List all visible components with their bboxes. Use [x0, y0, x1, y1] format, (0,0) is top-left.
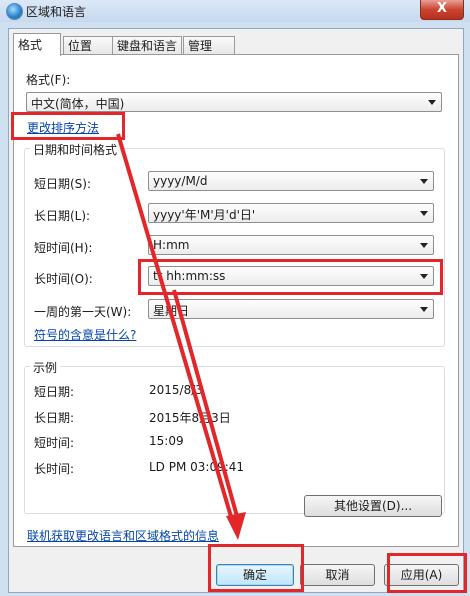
globe-icon	[6, 3, 23, 20]
long-time-label: 长时间(O):	[34, 272, 93, 286]
format-select[interactable]: 中文(简体，中国)	[26, 92, 442, 112]
tab-format[interactable]: 格式	[13, 33, 61, 56]
cancel-button[interactable]: 取消	[300, 564, 375, 586]
first-day-label: 一周的第一天(W):	[34, 305, 132, 319]
first-day-value: 星期日	[153, 304, 190, 318]
title-bar: 区域和语言 X	[0, 0, 470, 22]
chevron-down-icon	[420, 211, 428, 216]
online-info-link[interactable]: 联机获取更改语言和区域格式的信息	[27, 527, 219, 544]
highlight-box-sort	[11, 112, 125, 140]
long-date-label: 长日期(L):	[34, 209, 91, 223]
short-date-select[interactable]: yyyy/M/d	[148, 171, 434, 191]
short-time-value: H:mm	[153, 238, 190, 252]
highlight-box-long-time	[138, 259, 443, 295]
short-time-label: 短时间(H):	[34, 241, 93, 255]
format-label: 格式(F):	[26, 73, 71, 87]
example-short-date-value: 2015/8/3	[149, 383, 203, 397]
datetime-group-title: 日期和时间格式	[30, 141, 121, 158]
chevron-down-icon	[420, 243, 428, 248]
format-value: 中文(简体，中国)	[31, 97, 125, 111]
example-long-date-label: 长日期:	[34, 411, 75, 425]
other-settings-button[interactable]: 其他设置(D)...	[304, 495, 442, 517]
tab-keyboard-language[interactable]: 键盘和语言	[112, 36, 182, 55]
short-date-label: 短日期(S):	[34, 177, 92, 191]
tab-location[interactable]: 位置	[63, 36, 113, 55]
chevron-down-icon	[420, 307, 428, 312]
example-group	[24, 366, 445, 514]
highlight-box-ok	[208, 544, 304, 592]
example-long-time-value: LD PM 03:09:41	[149, 460, 245, 474]
chevron-down-icon	[420, 179, 428, 184]
chevron-down-icon	[428, 100, 436, 105]
window-title: 区域和语言	[26, 5, 87, 19]
close-button[interactable]: X	[420, 0, 464, 20]
example-long-date-value: 2015年8月3日	[149, 411, 231, 425]
example-short-time-label: 短时间:	[34, 436, 75, 450]
highlight-box-apply	[387, 553, 467, 593]
example-group-title: 示例	[30, 359, 61, 376]
long-date-select[interactable]: yyyy'年'M'月'd'日'	[148, 203, 434, 223]
example-short-time-value: 15:09	[149, 434, 184, 448]
example-short-date-label: 短日期:	[34, 385, 75, 399]
symbols-meaning-link[interactable]: 符号的含意是什么?	[34, 326, 136, 343]
short-date-value: yyyy/M/d	[153, 174, 208, 188]
short-time-select[interactable]: H:mm	[148, 235, 434, 255]
first-day-select[interactable]: 星期日	[148, 299, 434, 319]
tab-administrative[interactable]: 管理	[183, 36, 235, 55]
example-long-time-label: 长时间:	[34, 462, 75, 476]
long-date-value: yyyy'年'M'月'd'日'	[153, 208, 256, 222]
